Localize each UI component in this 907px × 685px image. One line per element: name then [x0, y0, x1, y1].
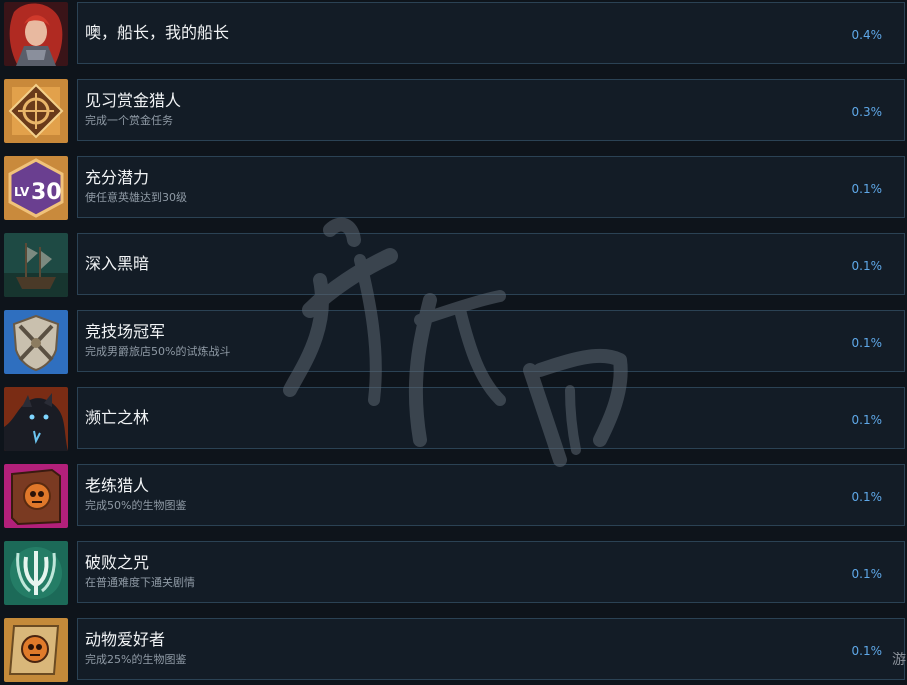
achievement-row[interactable]: 濒亡之林 0.1% [0, 385, 907, 451]
unlock-percent: 0.1% [851, 644, 883, 658]
svg-text:LV: LV [14, 185, 30, 199]
achievement-title: 破败之咒 [85, 553, 150, 572]
corner-text: 游 [892, 652, 906, 668]
achievement-panel: 濒亡之林 0.1% [77, 387, 905, 449]
achievement-title: 见习赏金猎人 [85, 91, 182, 110]
ghost-ship-icon [4, 233, 68, 297]
unlock-percent: 0.1% [851, 490, 883, 504]
unlock-percent: 0.1% [851, 413, 883, 427]
achievement-panel: 见习赏金猎人 完成一个赏金任务 0.3% [77, 79, 905, 141]
achievement-description: 完成25%的生物图鉴 [85, 653, 187, 666]
achievement-panel: 竞技场冠军 完成男爵旅店50%的试炼战斗 0.1% [77, 310, 905, 372]
achievement-description: 完成男爵旅店50%的试炼战斗 [85, 345, 231, 358]
achievement-description: 完成50%的生物图鉴 [85, 499, 187, 512]
achievement-row[interactable]: LV 30 充分潜力 使任意英雄达到30级 0.1% [0, 154, 907, 220]
skull-bestiary-book-icon [4, 464, 68, 528]
broken-trident-icon [4, 541, 68, 605]
achievement-description: 在普通难度下通关剧情 [85, 576, 195, 589]
achievement-row[interactable]: 动物爱好者 完成25%的生物图鉴 0.1% [0, 616, 907, 682]
achievement-panel: 破败之咒 在普通难度下通关剧情 0.1% [77, 541, 905, 603]
achievement-title: 噢，船长，我的船长 [85, 23, 230, 42]
achievement-title: 老练猎人 [85, 476, 150, 495]
bounty-target-icon [4, 79, 68, 143]
achievement-row[interactable]: 见习赏金猎人 完成一个赏金任务 0.3% [0, 77, 907, 143]
achievement-description: 完成一个赏金任务 [85, 114, 173, 127]
achievement-panel: 深入黑暗 0.1% [77, 233, 905, 295]
unlock-percent: 0.4% [851, 28, 883, 42]
unlock-percent: 0.1% [851, 336, 883, 350]
achievement-title: 动物爱好者 [85, 630, 166, 649]
achievement-row[interactable]: 噢，船长，我的船长 0.4% [0, 0, 907, 66]
achievement-row[interactable]: 老练猎人 完成50%的生物图鉴 0.1% [0, 462, 907, 528]
achievement-row[interactable]: 深入黑暗 0.1% [0, 231, 907, 297]
skull-scroll-icon [4, 618, 68, 682]
achievement-title: 充分潜力 [85, 168, 150, 187]
arena-shield-swords-icon [4, 310, 68, 374]
achievement-title: 濒亡之林 [85, 408, 150, 427]
dark-beast-icon [4, 387, 68, 451]
achievement-panel: 充分潜力 使任意英雄达到30级 0.1% [77, 156, 905, 218]
unlock-percent: 0.1% [851, 567, 883, 581]
achievement-title: 深入黑暗 [85, 254, 150, 273]
achievement-row[interactable]: 竞技场冠军 完成男爵旅店50%的试炼战斗 0.1% [0, 308, 907, 374]
achievement-panel: 动物爱好者 完成25%的生物图鉴 0.1% [77, 618, 905, 680]
unlock-percent: 0.1% [851, 182, 883, 196]
achievement-title: 竞技场冠军 [85, 322, 166, 341]
level-30-badge-icon: LV 30 [4, 156, 68, 220]
achievement-panel: 噢，船长，我的船长 0.4% [77, 2, 905, 64]
achievement-panel: 老练猎人 完成50%的生物图鉴 0.1% [77, 464, 905, 526]
achievement-description: 使任意英雄达到30级 [85, 191, 187, 204]
unlock-percent: 0.1% [851, 259, 883, 273]
achievement-row[interactable]: 破败之咒 在普通难度下通关剧情 0.1% [0, 539, 907, 605]
unlock-percent: 0.3% [851, 105, 883, 119]
svg-text:30: 30 [31, 180, 62, 205]
captain-portrait-icon [4, 2, 68, 66]
